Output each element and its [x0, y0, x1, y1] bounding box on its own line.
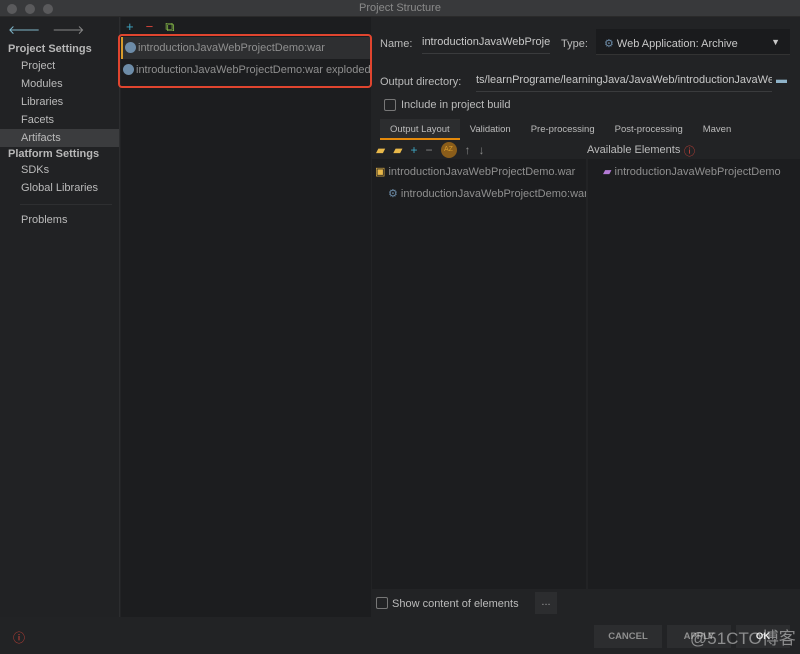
sidebar-item-sdks[interactable]: SDKs — [0, 161, 119, 179]
close-window-button[interactable] — [7, 4, 17, 14]
type-label: Type: — [561, 38, 588, 50]
help-icon[interactable]: ⓘ — [13, 629, 25, 646]
highlight-box — [118, 34, 372, 88]
tab-post-processing[interactable]: Post-processing — [605, 119, 693, 140]
back-arrow-icon[interactable]: 🡐 — [8, 22, 40, 37]
move-up-icon[interactable]: ↑ — [465, 143, 471, 157]
tree-item[interactable]: ▣ introductionJavaWebProjectDemo.war — [375, 165, 585, 178]
available-item-label: introductionJavaWebProjectDemo — [614, 166, 781, 178]
type-value: Web Application: Archive — [616, 38, 738, 50]
web-artifact-icon: ⚙ — [388, 188, 401, 200]
zoom-window-button[interactable] — [43, 4, 53, 14]
output-layout-tree: ▣ introductionJavaWebProjectDemo.war ⚙ i… — [372, 159, 586, 589]
title-bar: Project Structure — [0, 0, 800, 17]
include-in-build-label: Include in project build — [401, 99, 511, 111]
tree-item-label: introductionJavaWebProjectDemo.war — [388, 166, 576, 178]
tab-output-layout[interactable]: Output Layout — [380, 119, 460, 140]
artifact-details: Name: introductionJavaWebProjectDemo:war… — [372, 17, 800, 617]
help-icon[interactable]: ⓘ — [684, 143, 695, 159]
cancel-button[interactable]: CANCEL — [594, 625, 662, 648]
remove-icon[interactable]: − — [425, 143, 432, 157]
new-directory-icon[interactable]: ▰ — [376, 143, 385, 157]
type-select[interactable]: ⚙ Web Application: Archive ▼ — [596, 29, 790, 55]
sidebar: 🡐 🡒 Project Settings Project Modules Libr… — [0, 17, 120, 617]
platform-settings-heading: Platform Settings — [8, 148, 100, 160]
forward-arrow-icon[interactable]: 🡒 — [52, 22, 84, 37]
sidebar-item-facets[interactable]: Facets — [0, 111, 119, 129]
web-artifact-icon: ⚙ — [604, 38, 617, 50]
folder-browse-icon[interactable]: ▬ — [776, 74, 787, 86]
remove-icon[interactable]: − — [146, 19, 154, 35]
sidebar-item-modules[interactable]: Modules — [0, 75, 119, 93]
new-archive-icon[interactable]: ▰ — [393, 143, 402, 157]
add-copy-icon[interactable]: + — [410, 143, 417, 157]
name-label: Name: — [380, 38, 413, 50]
show-content-checkbox[interactable] — [376, 597, 388, 609]
chevron-down-icon: ▼ — [771, 37, 780, 47]
output-directory-label: Output directory: — [380, 76, 462, 88]
sort-az-icon[interactable]: AZ — [440, 142, 457, 158]
include-in-build-checkbox[interactable] — [384, 99, 396, 111]
sidebar-item-artifacts[interactable]: Artifacts — [0, 129, 119, 147]
output-directory-field[interactable]: ts/learnPrograme/learningJava/JavaWeb/in… — [476, 74, 772, 92]
window-title: Project Structure — [359, 2, 441, 14]
archive-icon: ▣ — [375, 166, 389, 178]
copy-icon[interactable]: ⧉ — [165, 19, 174, 35]
tab-pre-processing[interactable]: Pre-processing — [521, 119, 605, 140]
available-elements-tree: ▰ introductionJavaWebProjectDemo — [588, 159, 800, 589]
sidebar-item-problems[interactable]: Problems — [0, 211, 119, 229]
move-down-icon[interactable]: ↓ — [479, 143, 485, 157]
divider — [20, 204, 112, 205]
minimize-window-button[interactable] — [25, 4, 35, 14]
available-elements-label: Available Elements — [587, 144, 681, 156]
tree-item[interactable]: ⚙ introductionJavaWebProjectDemo:war — [388, 187, 586, 200]
tab-maven[interactable]: Maven — [693, 119, 742, 140]
module-folder-icon: ▰ — [603, 166, 615, 178]
show-content-label: Show content of elements — [392, 598, 519, 610]
tree-item-label: introductionJavaWebProjectDemo:war — [400, 188, 586, 200]
tab-validation[interactable]: Validation — [460, 119, 521, 140]
name-field[interactable]: introductionJavaWebProjectDemo:war — [422, 36, 550, 54]
available-item[interactable]: ▰ introductionJavaWebProjectDemo — [603, 165, 800, 178]
project-settings-heading: Project Settings — [8, 43, 92, 55]
sidebar-item-global-libraries[interactable]: Global Libraries — [0, 179, 119, 197]
sidebar-item-project[interactable]: Project — [0, 57, 119, 75]
watermark: @51CTO博客 — [690, 629, 796, 648]
more-button[interactable]: ... — [535, 592, 557, 614]
artifact-list: + − ⧉ introductionJavaWebProjectDemo:war i… — [121, 17, 371, 617]
sidebar-item-libraries[interactable]: Libraries — [0, 93, 119, 111]
add-icon[interactable]: + — [126, 19, 134, 35]
